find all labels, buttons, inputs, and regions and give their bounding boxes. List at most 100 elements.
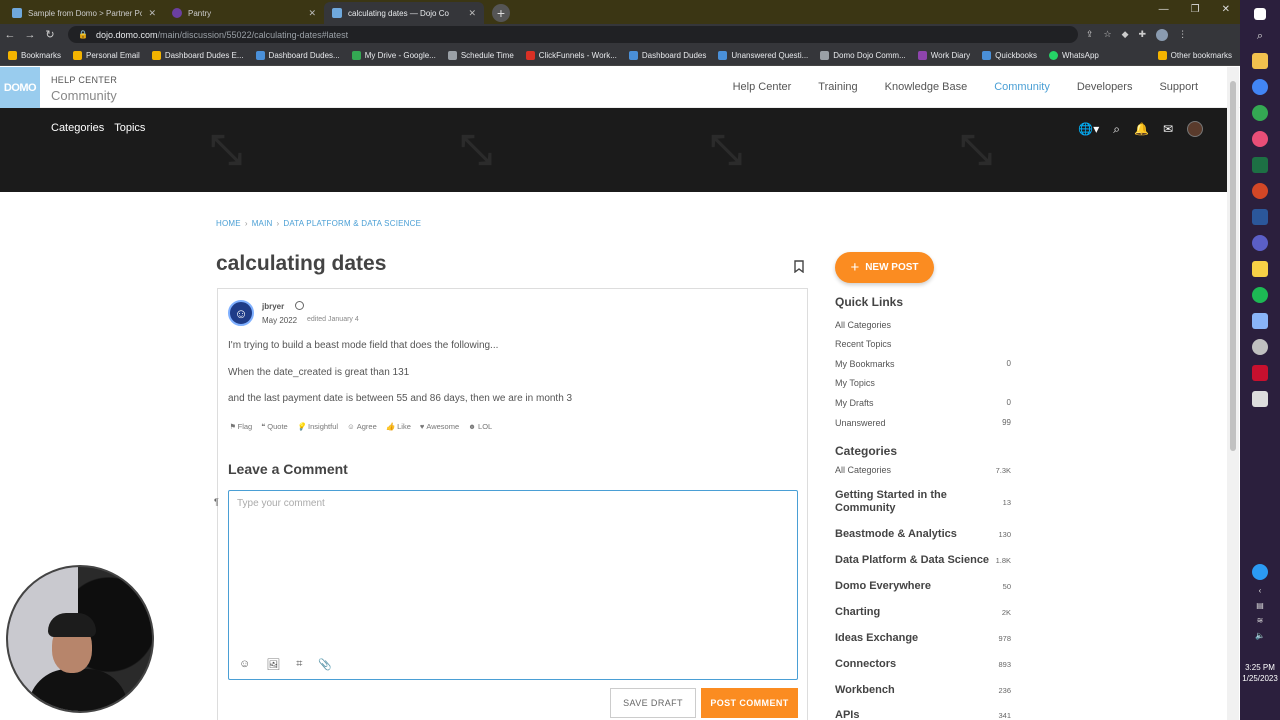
code-icon[interactable]: ⌗ xyxy=(296,658,302,671)
word-icon[interactable] xyxy=(1252,209,1268,225)
app-icon[interactable] xyxy=(1252,391,1268,407)
emoji-icon[interactable]: ☺ xyxy=(239,658,250,671)
chevron-left-icon[interactable]: ‹ xyxy=(1259,586,1262,595)
file-explorer-icon[interactable] xyxy=(1252,53,1268,69)
other-bookmarks[interactable]: Other bookmarks xyxy=(1157,50,1232,60)
scrollbar-thumb[interactable] xyxy=(1230,81,1236,451)
profile-avatar[interactable] xyxy=(1156,28,1169,41)
chrome-icon[interactable] xyxy=(1252,79,1268,95)
bookmark-icon[interactable] xyxy=(794,260,806,274)
taskbar-clock[interactable]: 3:25 PM 1/25/2023 xyxy=(1240,662,1280,684)
filezilla-icon[interactable] xyxy=(1252,365,1268,381)
close-tab-icon[interactable]: ✕ xyxy=(308,8,316,19)
subnav-topics[interactable]: Topics xyxy=(114,122,145,134)
nav-developers[interactable]: Developers xyxy=(1077,81,1133,93)
breadcrumb-main[interactable]: MAIN xyxy=(252,219,273,228)
close-window-icon[interactable]: ✕ xyxy=(1222,4,1230,15)
slack-icon[interactable] xyxy=(1252,131,1268,147)
quick-link[interactable]: Unanswered 99 xyxy=(835,418,1011,428)
quick-link[interactable]: My Bookmarks 0 xyxy=(835,359,1011,369)
bookmark-item[interactable]: My Drive - Google... xyxy=(351,50,436,60)
reaction-flag[interactable]: ⚑ Flag xyxy=(230,422,252,431)
browser-tab[interactable]: Pantry ✕ xyxy=(164,2,324,24)
reaction-agree[interactable]: ☺ Agree xyxy=(347,422,377,431)
excel-icon[interactable] xyxy=(1252,157,1268,173)
bookmark-item[interactable]: Quickbooks xyxy=(982,50,1037,60)
bookmark-item[interactable]: Domo Dojo Comm... xyxy=(820,50,906,60)
share-icon[interactable]: ⇪ xyxy=(1086,29,1094,41)
minimize-icon[interactable]: — xyxy=(1159,4,1169,15)
post-comment-button[interactable]: POST COMMENT xyxy=(701,688,798,718)
reaction-like[interactable]: 👍 Like xyxy=(386,422,411,431)
breadcrumb-section[interactable]: DATA PLATFORM & DATA SCIENCE xyxy=(283,219,421,228)
nav-help-center[interactable]: Help Center xyxy=(733,81,792,93)
chrome-icon[interactable] xyxy=(1252,105,1268,121)
bookmark-item[interactable]: Personal Email xyxy=(73,50,140,60)
nav-knowledge-base[interactable]: Knowledge Base xyxy=(885,81,968,93)
brand-help-center[interactable]: HELP CENTER xyxy=(51,75,117,85)
close-tab-icon[interactable]: ✕ xyxy=(148,8,156,19)
quick-link[interactable]: All Categories xyxy=(835,320,1011,330)
star-icon[interactable]: ☆ xyxy=(1104,29,1112,41)
attachment-icon[interactable]: 📎 xyxy=(318,658,332,671)
help-icon[interactable] xyxy=(1252,564,1268,580)
teams-icon[interactable] xyxy=(1252,235,1268,251)
close-tab-icon[interactable]: ✕ xyxy=(468,8,476,19)
reaction-insightful[interactable]: 💡 Insightful xyxy=(297,422,338,431)
globe-icon[interactable]: 🌐▾ xyxy=(1078,122,1099,136)
category-item[interactable]: Connectors 893 xyxy=(835,658,1011,671)
network-icon[interactable]: ▤ xyxy=(1256,601,1264,610)
user-avatar[interactable] xyxy=(1187,121,1203,137)
category-item[interactable]: Ideas Exchange 978 xyxy=(835,632,1011,645)
category-item[interactable]: APIs 341 xyxy=(835,709,1011,720)
page-scrollbar[interactable] xyxy=(1227,67,1239,720)
breadcrumb-home[interactable]: HOME xyxy=(216,219,241,228)
address-bar[interactable]: 🔒 dojo.domo.com /main/discussion/55022/c… xyxy=(68,26,1078,43)
bookmark-item[interactable]: Dashboard Dudes E... xyxy=(151,50,244,60)
bookmark-item[interactable]: Work Diary xyxy=(917,50,970,60)
category-item[interactable]: Getting Started in the Community 13 xyxy=(835,489,1011,515)
menu-dots-icon[interactable]: ⋮ xyxy=(1178,29,1187,41)
domo-logo[interactable]: DOMO xyxy=(0,67,40,108)
sticky-notes-icon[interactable] xyxy=(1252,261,1268,277)
brand-community[interactable]: Community xyxy=(51,88,117,103)
bell-icon[interactable]: 🔔 xyxy=(1134,122,1149,136)
bookmark-item[interactable]: Unanswered Questi... xyxy=(718,50,808,60)
post-date[interactable]: May 2022 xyxy=(262,316,297,325)
category-item[interactable]: Data Platform & Data Science 1.8K xyxy=(835,554,1011,567)
search-icon[interactable]: ⌕ xyxy=(1257,30,1263,43)
powerpoint-icon[interactable] xyxy=(1252,183,1268,199)
reaction-quote[interactable]: ❝ Quote xyxy=(261,422,287,431)
new-tab-button[interactable]: + xyxy=(492,4,510,22)
quick-link[interactable]: My Topics xyxy=(835,378,1011,388)
browser-tab[interactable]: Sample from Domo > Partner Po ✕ xyxy=(4,2,164,24)
category-item[interactable]: Domo Everywhere 50 xyxy=(835,580,1011,593)
bookmark-item[interactable]: Schedule Time xyxy=(447,50,514,60)
app-icon[interactable] xyxy=(1252,313,1268,329)
browser-tab-active[interactable]: calculating dates — Dojo Co ✕ xyxy=(324,2,484,24)
comment-input[interactable] xyxy=(229,491,797,651)
wifi-icon[interactable]: ≋ xyxy=(1257,616,1264,625)
back-icon[interactable]: ← xyxy=(0,29,20,41)
author-avatar[interactable]: ☺ xyxy=(228,300,254,326)
category-item[interactable]: Charting 2K xyxy=(835,606,1011,619)
quick-link[interactable]: My Drafts 0 xyxy=(835,398,1011,408)
category-item[interactable]: Beastmode & Analytics 130 xyxy=(835,528,1011,541)
extension-icon[interactable]: ◆ xyxy=(1122,29,1129,41)
quick-link[interactable]: Recent Topics xyxy=(835,339,1011,349)
app-icon[interactable] xyxy=(1252,339,1268,355)
bookmark-item[interactable]: ClickFunnels - Work... xyxy=(525,50,617,60)
save-draft-button[interactable]: SAVE DRAFT xyxy=(610,688,696,718)
bookmark-item[interactable]: Dashboard Dudes... xyxy=(255,50,340,60)
restore-icon[interactable]: ❐ xyxy=(1191,4,1200,15)
reload-icon[interactable]: ↻ xyxy=(40,28,60,41)
subnav-categories[interactable]: Categories xyxy=(51,122,104,134)
lock-icon[interactable]: 🔒 xyxy=(78,30,88,39)
image-icon[interactable]: 🖼 xyxy=(266,658,280,671)
forward-icon[interactable]: → xyxy=(20,29,40,41)
new-post-button[interactable]: + NEW POST xyxy=(835,252,934,283)
paragraph-icon[interactable]: ¶ xyxy=(214,497,219,507)
search-icon[interactable]: ⌕ xyxy=(1113,122,1120,137)
author-name[interactable]: jbryer xyxy=(262,302,284,311)
category-item[interactable]: All Categories 7.3K xyxy=(835,464,1011,477)
